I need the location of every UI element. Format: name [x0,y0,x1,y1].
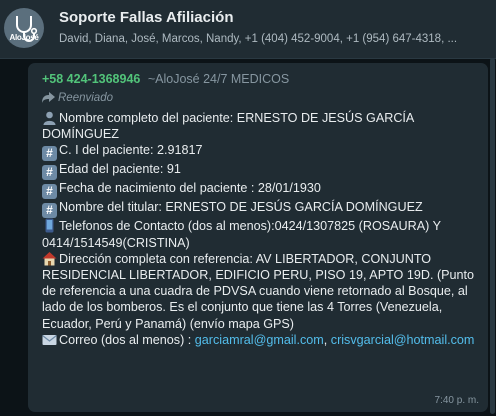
line-emails: Correo (dos al menos) : garciamral@gmail… [42,332,478,348]
email-link-2[interactable]: crisvgarcial@hotmail.com [331,333,475,347]
chat-title[interactable]: Soporte Fallas Afiliación [59,9,233,26]
line-patient-id: # C. I del paciente: 2.91817 [42,142,478,162]
line-patient-name: Nombre completo del paciente: ERNESTO DE… [42,110,414,142]
keycap-hash-icon: # [42,146,57,162]
keycap-hash-icon: # [42,165,57,181]
sender-push-name: ~AloJosé 24/7 MEDICOS [147,72,290,86]
forward-arrow-icon [42,92,55,103]
chat-header[interactable]: AloJosé Soporte Fallas Afiliación David,… [0,0,496,59]
line-birth-date: # Fecha de nacimiento del paciente : 28/0… [42,180,478,200]
avatar-brand: AloJosé [9,33,39,42]
bust-in-silhouette-icon [42,110,57,125]
line-address: Dirección completa con referencia: AV LI… [42,251,475,331]
message-timestamp: 7:40 p. m. [434,395,479,406]
mobile-phone-icon [42,218,57,233]
line-patient-age: # Edad del paciente: 91 [42,161,478,181]
keycap-hash-icon: # [42,203,57,219]
line-contact-phones: Telefonos de Contacto (dos al menos):042… [42,218,441,250]
chat-members: David, Diana, José, Marcos, Nandy, +1 (4… [59,33,458,45]
keycap-hash-icon: # [42,184,57,200]
group-avatar[interactable]: AloJosé [4,8,44,48]
house-icon [42,251,57,266]
forwarded-indicator: Reenviado [42,92,113,104]
forwarded-label: Reenviado [58,92,113,104]
line-holder-name: # Nombre del titular: ERNESTO DE JESÚS GA… [42,199,478,219]
message-bubble[interactable]: +58 424-1368946 ~AloJosé 24/7 MEDICOS Re… [28,63,488,412]
chat-scrollbar[interactable] [490,58,495,414]
stethoscope-icon [16,16,38,42]
message-text: Nombre completo del paciente: ERNESTO DE… [42,110,478,348]
sender-row: +58 424-1368946 ~AloJosé 24/7 MEDICOS [42,72,289,86]
envelope-icon [42,332,57,347]
email-link-1[interactable]: garciamral@gmail.com [195,333,324,347]
sender-phone[interactable]: +58 424-1368946 [42,72,140,86]
